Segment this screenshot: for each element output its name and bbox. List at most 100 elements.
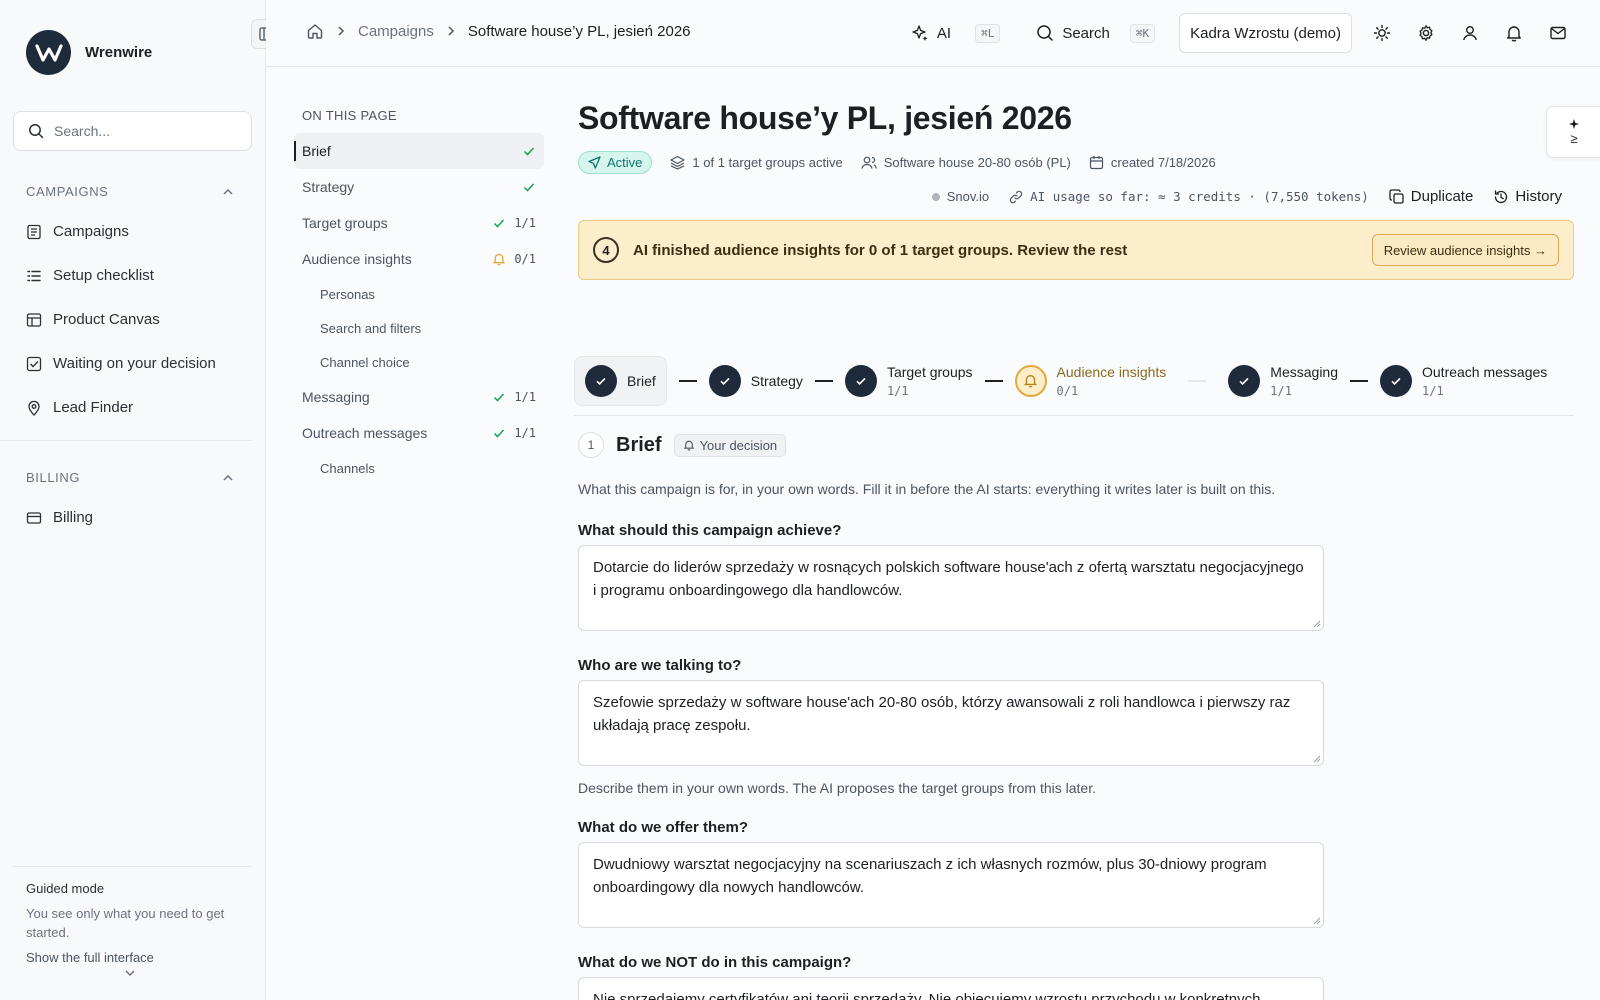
step-label: Target groups <box>886 363 973 380</box>
step-connector <box>1188 379 1207 382</box>
billing-section-header[interactable]: BILLING <box>26 470 234 485</box>
top-bar: Campaigns Software house’y PL, jesień 20… <box>266 0 1600 67</box>
credit-card-icon <box>26 511 42 524</box>
toc-sub-label: Search and filters <box>320 320 422 336</box>
resize-grip-icon[interactable] <box>1311 753 1321 763</box>
campaign-stepper: Brief Strategy Target groups 1/1 Audienc… <box>574 355 1574 416</box>
guided-mode-title: Guided mode <box>26 881 105 896</box>
field-label: What do we offer them? <box>578 819 748 836</box>
link-icon <box>1009 190 1023 203</box>
toc-item-messaging[interactable]: Messaging 1/1 <box>294 379 544 415</box>
search-placeholder: Search... <box>54 123 111 139</box>
step-complete-icon <box>708 364 741 397</box>
toc-item-channel-choice[interactable]: Channel choice <box>294 345 544 379</box>
campaign-goal-textarea[interactable]: Dotarcie do liderów sprzedaży w rosnącyc… <box>578 545 1324 631</box>
messages-button[interactable] <box>1536 24 1580 42</box>
history-label: History <box>1515 188 1562 205</box>
step-strategy[interactable]: Strategy <box>708 364 803 397</box>
resize-grip-icon[interactable] <box>1311 915 1321 925</box>
sidebar-item-setup-checklist[interactable]: Setup checklist <box>26 267 154 284</box>
step-audience-insights[interactable]: Audience insights 0/1 <box>1014 364 1166 398</box>
notifications-button[interactable] <box>1492 24 1536 42</box>
toc-item-channels[interactable]: Channels <box>294 451 544 485</box>
guided-mode-panel: Guided mode You see only what you need t… <box>12 866 252 977</box>
toc-sub-label: Personas <box>320 286 375 302</box>
chevron-up-icon <box>223 474 233 481</box>
field-help-text: Describe them in your own words. The AI … <box>578 780 1096 796</box>
status-badge: Active <box>578 151 653 174</box>
brand[interactable]: Wrenwire <box>26 30 152 75</box>
step-brief[interactable]: Brief <box>574 355 667 406</box>
sidebar-item-campaigns[interactable]: Campaigns <box>26 223 129 240</box>
workspace-switcher[interactable]: Kadra Wzrostu (demo) <box>1179 13 1352 53</box>
toc-heading: ON THIS PAGE <box>302 108 397 123</box>
search-shortcut: ⌘K <box>1129 23 1156 43</box>
show-full-interface-link[interactable]: Show the full interface <box>26 950 238 965</box>
toc-item-audience-insights[interactable]: Audience insights 0/1 <box>294 241 544 277</box>
ai-button[interactable]: AI ⌘L <box>911 23 1001 43</box>
field-label: What should this campaign achieve? <box>578 522 842 539</box>
floating-tool-glyph: ≥ <box>1570 130 1578 146</box>
step-count: 1/1 <box>1422 383 1444 398</box>
campaigns-section-header[interactable]: CAMPAIGNS <box>26 184 234 199</box>
review-audience-insights-button[interactable]: Review audience insights → <box>1371 234 1559 266</box>
sidebar-search-input[interactable]: Search... <box>13 111 252 151</box>
layers-icon <box>670 155 686 170</box>
resize-grip-icon[interactable] <box>1311 618 1321 628</box>
ai-shortcut: ⌘L <box>975 23 1001 43</box>
search-button[interactable]: Search ⌘K <box>1036 23 1156 43</box>
step-connector <box>678 379 697 382</box>
canvas-icon <box>26 312 42 327</box>
your-decision-label: Your decision <box>699 437 778 453</box>
toc-item-brief[interactable]: Brief <box>294 133 544 169</box>
toc-item-search-and-filters[interactable]: Search and filters <box>294 311 544 345</box>
chevron-down-icon[interactable] <box>124 967 136 979</box>
main-content: Software house’y PL, jesień 2026 Active … <box>574 100 1574 1000</box>
toc-item-strategy[interactable]: Strategy <box>294 169 544 205</box>
bell-icon <box>683 440 694 451</box>
toc-item-outreach-messages[interactable]: Outreach messages 1/1 <box>294 415 544 451</box>
page-title: Software house’y PL, jesień 2026 <box>578 100 1072 136</box>
toc-item-count: 0/1 <box>514 252 536 266</box>
brief-description: What this campaign is for, in your own w… <box>578 481 1276 497</box>
sidebar-item-lead-finder[interactable]: Lead Finder <box>26 399 133 416</box>
section-number: 1 <box>578 432 604 458</box>
offer-textarea[interactable]: Dwudniowy warsztat negocjacyjny na scena… <box>578 842 1324 928</box>
settings-button[interactable] <box>1404 24 1448 42</box>
step-target-groups[interactable]: Target groups 1/1 <box>844 363 973 398</box>
provider-meta: Snov.io <box>931 189 989 204</box>
history-icon <box>1495 189 1508 203</box>
home-icon[interactable] <box>306 22 324 40</box>
workspace-name: Kadra Wzrostu (demo) <box>1190 24 1341 42</box>
breadcrumb-campaigns-link[interactable]: Campaigns <box>358 23 434 40</box>
sun-icon <box>1373 24 1391 42</box>
theme-toggle-button[interactable] <box>1360 24 1404 42</box>
step-outreach-messages[interactable]: Outreach messages 1/1 <box>1380 364 1547 398</box>
toc-item-personas[interactable]: Personas <box>294 277 544 311</box>
field-offer: What do we offer them? Dwudniowy warszta… <box>578 819 1324 928</box>
toc-item-target-groups[interactable]: Target groups 1/1 <box>294 205 544 241</box>
step-messaging[interactable]: Messaging 1/1 <box>1228 364 1338 398</box>
history-button[interactable]: History <box>1493 188 1562 205</box>
field-campaign-goal: What should this campaign achieve? Dotar… <box>578 522 1324 631</box>
sidebar-item-product-canvas[interactable]: Product Canvas <box>26 311 160 328</box>
map-pin-icon <box>28 400 40 416</box>
audience-textarea[interactable]: Szefowie sprzedaży w software house'ach … <box>578 680 1324 766</box>
list-icon <box>27 224 41 239</box>
on-this-page-nav: ON THIS PAGE Brief Strategy Target group… <box>294 108 544 485</box>
duplicate-button[interactable]: Duplicate <box>1389 188 1474 205</box>
alert-text: AI finished audience insights for 0 of 1… <box>633 241 1128 259</box>
gear-icon <box>1419 25 1433 41</box>
sidebar-item-waiting-on-decision[interactable]: Waiting on your decision <box>26 355 216 372</box>
ai-usage-text: AI usage so far: ≈ 3 credits · (7,550 to… <box>1030 189 1369 204</box>
profile-button[interactable] <box>1448 24 1492 42</box>
user-icon <box>1463 26 1477 41</box>
toc-item-count: 1/1 <box>514 426 536 440</box>
sidebar-divider <box>0 440 252 441</box>
sidebar-item-billing[interactable]: Billing <box>26 509 93 526</box>
exclusions-textarea[interactable]: Nie sprzedajemy certyfikatów ani teorii … <box>578 977 1324 1000</box>
floating-tool-button[interactable]: ≥ <box>1546 106 1600 158</box>
duplicate-label: Duplicate <box>1410 188 1474 205</box>
audience-insights-alert: 4 AI finished audience insights for 0 of… <box>578 220 1574 280</box>
step-connector <box>984 379 1003 382</box>
